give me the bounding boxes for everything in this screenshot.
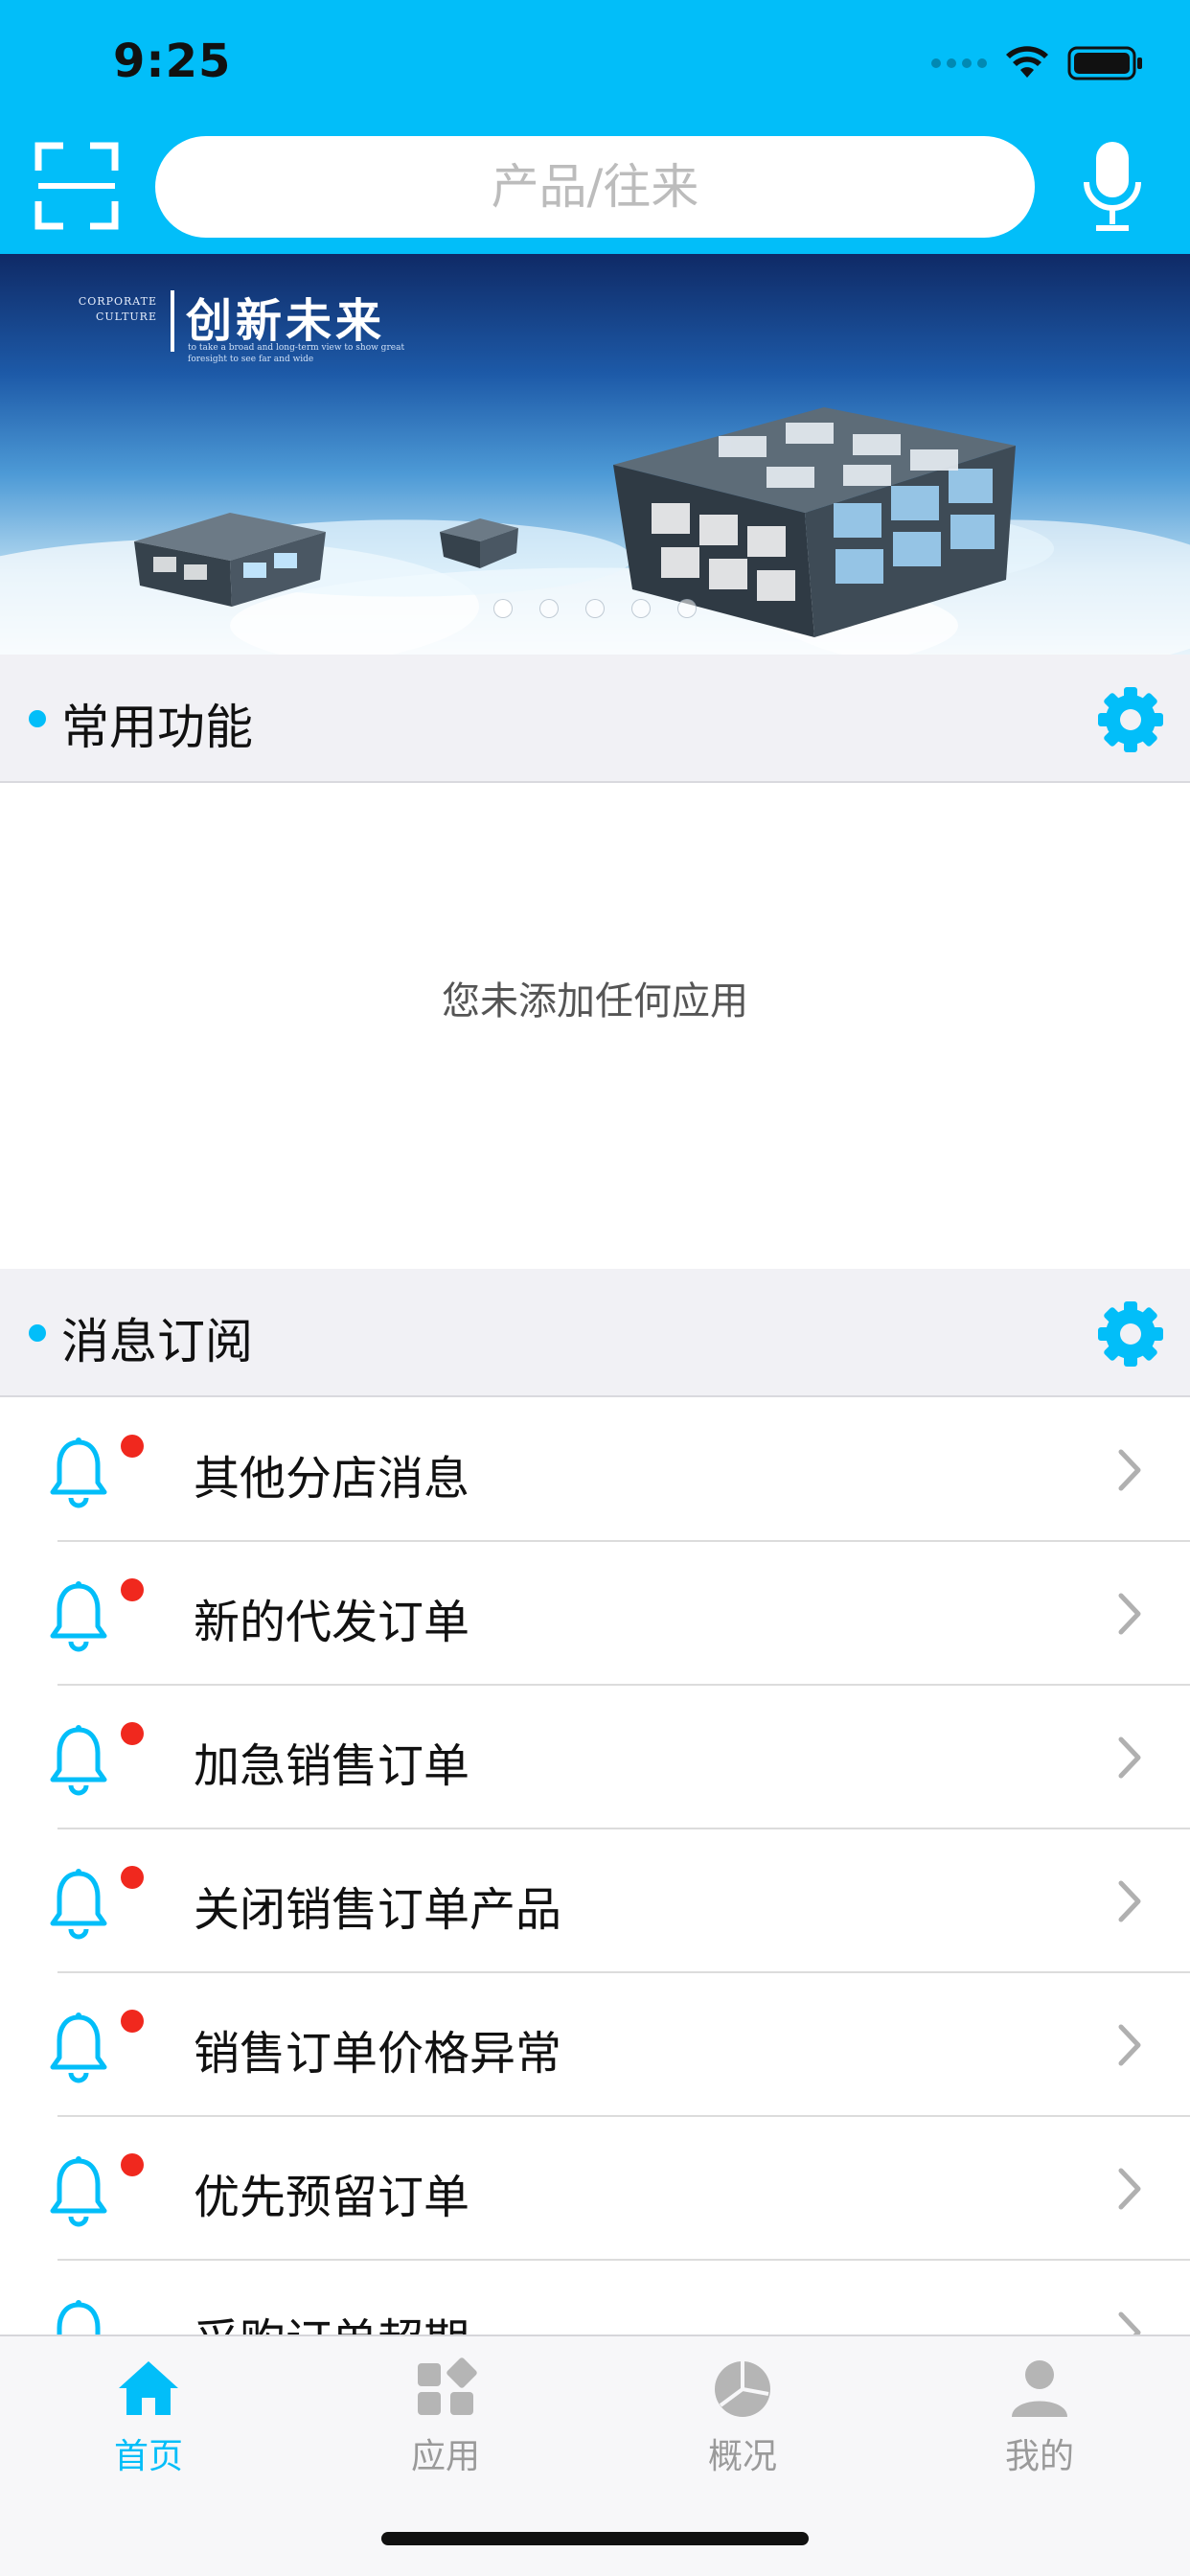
unread-badge [121, 1435, 144, 1458]
banner-dot[interactable] [677, 599, 697, 618]
cellular-signal-icon [931, 58, 987, 68]
tiny-cube-illustration [440, 518, 518, 568]
subscription-label: 加急销售订单 [194, 1739, 470, 1793]
section-bullet [29, 1324, 46, 1342]
status-icons [931, 40, 1144, 86]
home-icon [119, 2361, 178, 2415]
tab-overview[interactable]: 概况 [647, 2358, 838, 2478]
subscription-item[interactable]: 新的代发订单 [0, 1542, 1190, 1686]
subscription-item[interactable]: 关闭销售订单产品 [0, 1829, 1190, 1973]
bell-icon [50, 1438, 107, 1508]
banner-dot[interactable] [631, 599, 651, 618]
subscription-item[interactable]: 加急销售订单 [0, 1686, 1190, 1829]
apps-icon [418, 2358, 477, 2415]
unread-badge [121, 2010, 144, 2033]
banner-dot[interactable] [539, 599, 559, 618]
unread-badge [121, 1722, 144, 1745]
banner-title: 创新未来 [186, 294, 386, 348]
home-indicator [381, 2532, 809, 2545]
top-header: 9:25 [0, 0, 1190, 254]
tab-label: 应用 [410, 2437, 480, 2476]
tab-label: 概况 [707, 2437, 777, 2476]
bell-icon [50, 2156, 107, 2227]
banner-dot[interactable] [493, 599, 513, 618]
banner-subtitle: to take a broad and long-term view to sh… [188, 343, 405, 364]
chevron-right-icon [1118, 1736, 1141, 1779]
home-screen: 9:25 产品/往来 CORPORATE CULTURE 创新未来 to tak… [0, 0, 1190, 2576]
banner-caption: CORPORATE CULTURE [78, 295, 157, 323]
chevron-right-icon [1118, 2168, 1141, 2210]
section-bullet [29, 710, 46, 727]
wifi-icon [1006, 46, 1048, 78]
tab-apps[interactable]: 应用 [350, 2358, 541, 2478]
scan-icon[interactable] [34, 142, 119, 230]
chevron-right-icon [1118, 1880, 1141, 1922]
pie-chart-icon [715, 2361, 770, 2417]
bell-icon [50, 1869, 107, 1940]
chevron-right-icon [1118, 2024, 1141, 2066]
bell-icon [50, 1725, 107, 1796]
banner-divider [171, 290, 174, 352]
microphone-icon[interactable] [1083, 140, 1142, 234]
promo-banner[interactable]: CORPORATE CULTURE 创新未来 to take a broad a… [0, 254, 1190, 655]
user-icon [1012, 2360, 1067, 2417]
subscription-label: 销售订单价格异常 [194, 2027, 562, 2081]
chevron-right-icon [1118, 1593, 1141, 1635]
bell-icon [50, 1581, 107, 1652]
status-time: 9:25 [113, 34, 232, 88]
subscriptions-header: 消息订阅 [0, 1269, 1190, 1397]
battery-icon [1067, 46, 1142, 80]
gear-icon[interactable] [1096, 685, 1165, 754]
tab-me[interactable]: 我的 [944, 2358, 1135, 2478]
tab-home[interactable]: 首页 [53, 2358, 244, 2478]
tab-label: 我的 [1004, 2437, 1074, 2476]
gear-icon[interactable] [1096, 1300, 1165, 1368]
cube-illustration [613, 407, 1016, 637]
subscription-label: 新的代发订单 [194, 1596, 470, 1649]
bell-icon [50, 2012, 107, 2083]
chevron-right-icon [1118, 1449, 1141, 1491]
subscription-item[interactable]: 销售订单价格异常 [0, 1973, 1190, 2117]
subscription-label: 优先预留订单 [194, 2171, 470, 2224]
common-functions-header: 常用功能 [0, 655, 1190, 783]
unread-badge [121, 2153, 144, 2176]
tab-label: 首页 [113, 2437, 183, 2476]
empty-apps-message: 您未添加任何应用 [442, 979, 748, 1024]
unread-badge [121, 1866, 144, 1889]
subscription-item[interactable]: 优先预留订单 [0, 2117, 1190, 2261]
small-cube-illustration [134, 513, 326, 607]
banner-pagination [0, 599, 1190, 618]
unread-badge [121, 1578, 144, 1601]
subscription-label: 其他分店消息 [194, 1452, 470, 1506]
banner-dot[interactable] [585, 599, 605, 618]
section-title: 常用功能 [61, 700, 253, 755]
search-input[interactable] [155, 136, 1035, 238]
subscription-item[interactable]: 其他分店消息 [0, 1398, 1190, 1542]
section-title: 消息订阅 [61, 1314, 253, 1369]
subscription-label: 关闭销售订单产品 [194, 1883, 562, 1937]
